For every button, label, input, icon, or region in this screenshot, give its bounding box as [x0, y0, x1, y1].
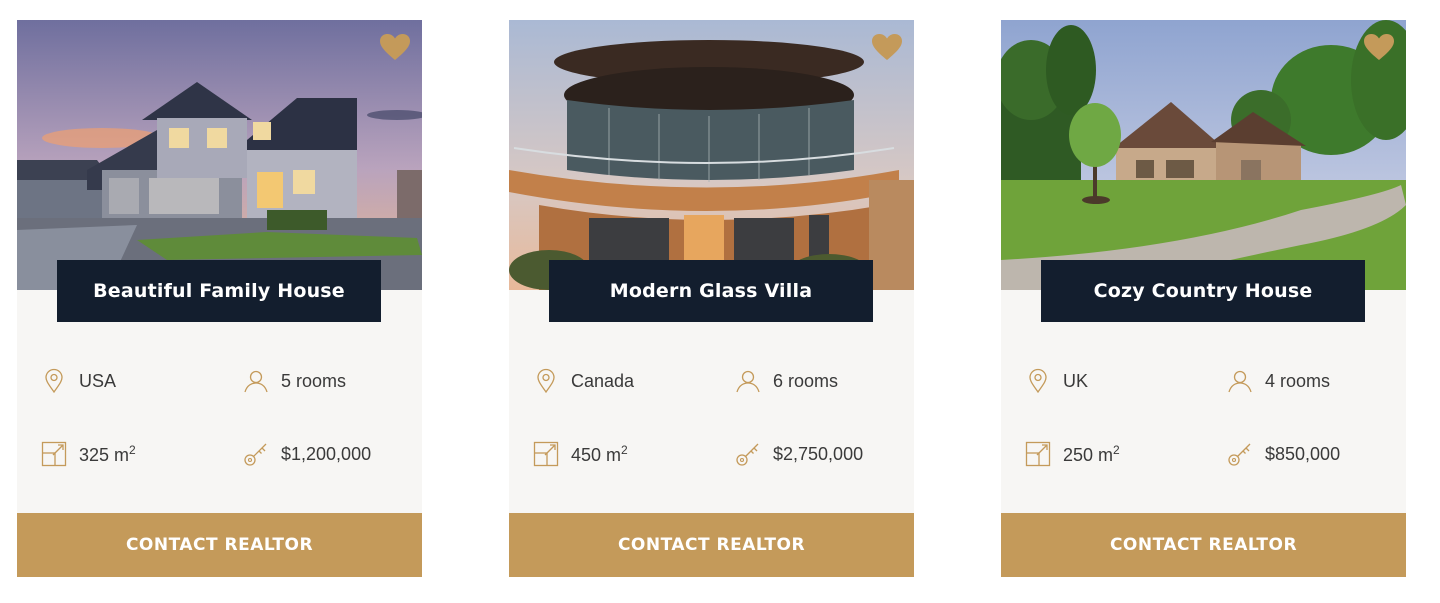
contact-realtor-label: CONTACT REALTOR — [125, 535, 314, 555]
area-text: 250 m2 — [1063, 442, 1120, 465]
price-text: $2,750,000 — [773, 443, 864, 464]
map-pin-icon — [45, 368, 63, 394]
property-card: Modern Glass Villa Canada 6 rooms 450 m2… — [509, 20, 914, 577]
person-icon — [244, 370, 268, 393]
contact-realtor-label: CONTACT REALTOR — [617, 535, 806, 555]
property-photo — [17, 20, 422, 290]
area-stat: 250 m2 — [1025, 441, 1120, 467]
house-photo-image — [17, 20, 422, 290]
key-icon — [244, 443, 267, 466]
contact-realtor-button[interactable]: CONTACT REALTOR — [509, 513, 914, 577]
key-icon — [1228, 443, 1251, 466]
location-text: Canada — [571, 370, 635, 391]
property-stats: USA 5 rooms 325 m2 $1,200,000 — [41, 360, 411, 480]
price-text: $1,200,000 — [281, 443, 372, 464]
area-stat: 450 m2 — [533, 441, 628, 467]
property-title-box: Cozy Country House — [1041, 260, 1365, 322]
rooms-text: 5 rooms — [281, 370, 347, 391]
property-title-box: Beautiful Family House — [57, 260, 381, 322]
rooms-text: 6 rooms — [773, 370, 839, 391]
price-stat: $1,200,000 — [243, 441, 371, 467]
property-title-box: Modern Glass Villa — [549, 260, 873, 322]
location-stat: Canada — [533, 368, 634, 394]
favorite-heart-icon[interactable] — [872, 34, 902, 62]
area-resize-icon — [1025, 441, 1051, 467]
price-text: $850,000 — [1265, 443, 1341, 464]
villa-photo-image — [509, 20, 914, 290]
location-text: USA — [79, 370, 117, 391]
favorite-heart-icon[interactable] — [1364, 34, 1394, 62]
key-icon — [736, 443, 759, 466]
location-text: UK — [1063, 370, 1089, 391]
country-house-photo-image — [1001, 20, 1406, 290]
property-title: Beautiful Family House — [93, 280, 345, 302]
contact-realtor-label: CONTACT REALTOR — [1109, 535, 1298, 555]
area-resize-icon — [41, 441, 67, 467]
property-photo — [509, 20, 914, 290]
property-card: Beautiful Family House USA 5 rooms 325 m… — [17, 20, 422, 577]
rooms-stat: 6 rooms — [735, 368, 838, 394]
price-stat: $850,000 — [1227, 441, 1340, 467]
property-stats: UK 4 rooms 250 m2 $850,000 — [1025, 360, 1395, 480]
price-stat: $2,750,000 — [735, 441, 863, 467]
favorite-heart-icon[interactable] — [380, 34, 410, 62]
person-icon — [1228, 370, 1252, 393]
contact-realtor-button[interactable]: CONTACT REALTOR — [1001, 513, 1406, 577]
area-resize-icon — [533, 441, 559, 467]
property-photo — [1001, 20, 1406, 290]
location-stat: USA — [41, 368, 116, 394]
property-title: Cozy Country House — [1093, 280, 1313, 302]
contact-realtor-button[interactable]: CONTACT REALTOR — [17, 513, 422, 577]
area-text: 325 m2 — [79, 442, 136, 465]
area-text: 450 m2 — [571, 442, 628, 465]
rooms-stat: 4 rooms — [1227, 368, 1330, 394]
person-icon — [736, 370, 760, 393]
property-stats: Canada 6 rooms 450 m2 $2,750,000 — [533, 360, 903, 480]
area-stat: 325 m2 — [41, 441, 136, 467]
location-stat: UK — [1025, 368, 1088, 394]
property-title: Modern Glass Villa — [609, 280, 813, 302]
rooms-text: 4 rooms — [1265, 370, 1331, 391]
rooms-stat: 5 rooms — [243, 368, 346, 394]
map-pin-icon — [537, 368, 555, 394]
property-card: Cozy Country House UK 4 rooms 250 m2 $85… — [1001, 20, 1406, 577]
map-pin-icon — [1029, 368, 1047, 394]
